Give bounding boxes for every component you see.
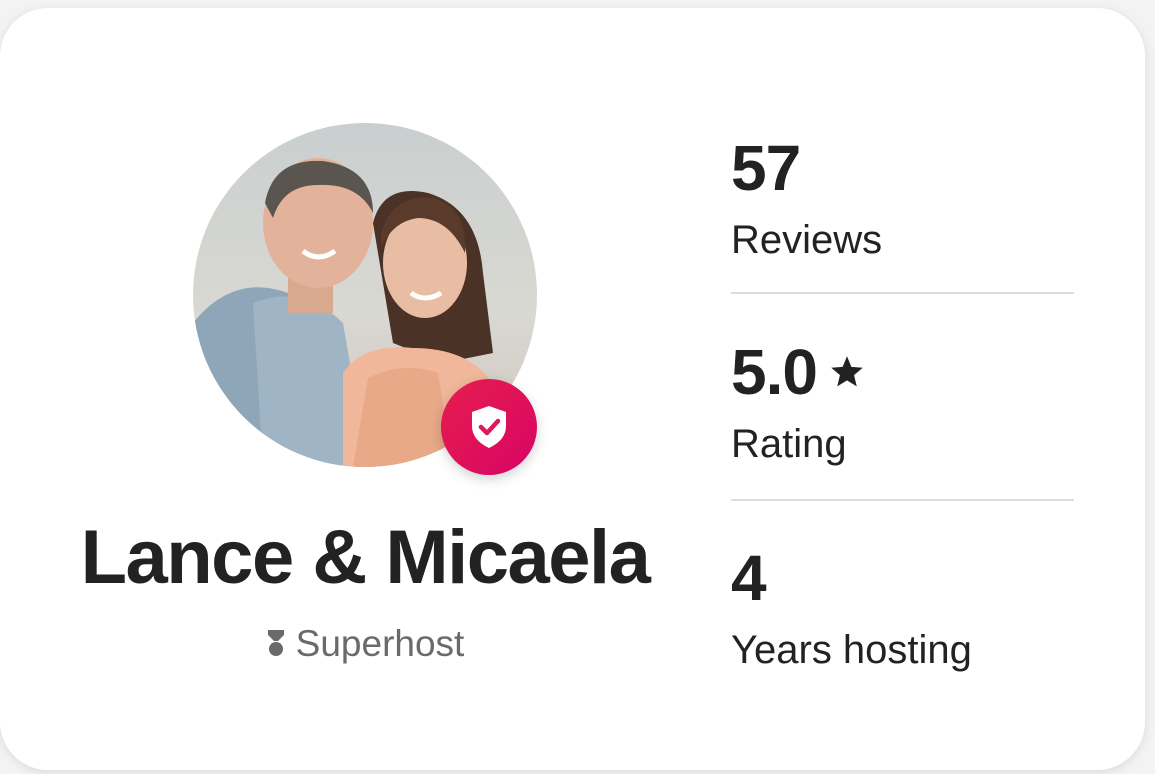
host-profile-card: Lance & Micaela Superhost 57 Reviews 5.0…: [0, 8, 1145, 770]
divider: [731, 499, 1074, 501]
host-avatar-container: [193, 123, 537, 475]
stat-value: 5.0: [731, 340, 1074, 404]
stat-rating: 5.0 Rating: [731, 340, 1074, 466]
superhost-icon: [267, 630, 284, 656]
stat-label: Reviews: [731, 218, 883, 262]
years-hosting-value: 4: [731, 542, 767, 614]
shield-check-icon: [472, 406, 506, 448]
superhost-label: Superhost: [295, 623, 465, 664]
stat-value: 4: [731, 546, 1074, 610]
stat-years-hosting: 4 Years hosting: [731, 546, 1074, 672]
stat-value: 57: [731, 136, 1074, 200]
verified-badge: [441, 379, 537, 475]
reviews-count: 57: [731, 132, 801, 204]
stat-label: Years hosting: [731, 628, 972, 672]
superhost-badge: Superhost: [40, 623, 690, 665]
rating-value: 5.0: [731, 336, 818, 408]
stat-label: Rating: [731, 422, 847, 466]
stat-reviews[interactable]: 57 Reviews: [731, 136, 1074, 262]
host-name: Lance & Micaela: [80, 515, 651, 600]
star-icon: [831, 356, 863, 387]
divider: [731, 292, 1074, 294]
